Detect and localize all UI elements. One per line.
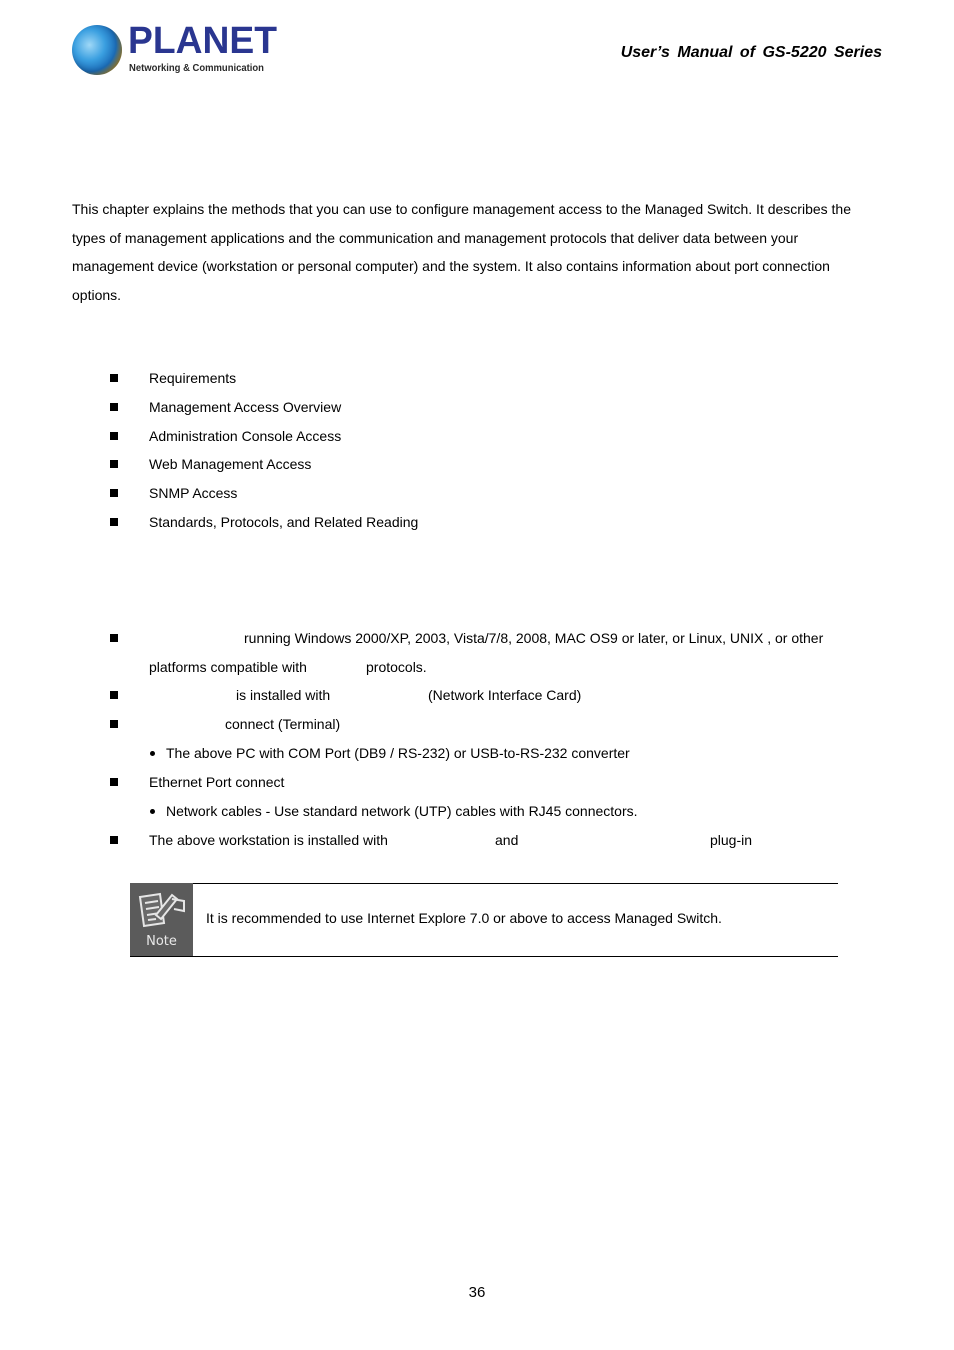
- intro-line: management device (workstation or person…: [72, 258, 830, 275]
- round-bullet-icon: [150, 809, 155, 814]
- topic-label: Standards, Protocols, and Related Readin…: [149, 514, 419, 530]
- topic-label: Requirements: [149, 370, 237, 386]
- topic-label: Web Management Access: [149, 456, 312, 472]
- square-bullet-icon: [110, 432, 118, 440]
- divider: [193, 883, 838, 884]
- requirement-text: The above workstation is installed with: [149, 832, 388, 848]
- square-bullet-icon: [110, 836, 118, 844]
- topic-label: Management Access Overview: [149, 399, 342, 415]
- square-bullet-icon: [110, 634, 118, 642]
- requirement-text: running Windows 2000/XP, 2003, Vista/7/8…: [244, 630, 824, 646]
- requirement-text: plug-in: [710, 832, 753, 848]
- topic-label: Administration Console Access: [149, 428, 342, 444]
- requirement-text: (Network Interface Card): [428, 687, 582, 703]
- requirement-subtext: Network cables - Use standard network (U…: [166, 803, 638, 819]
- requirement-text: platforms compatible with: [149, 659, 307, 675]
- divider: [130, 956, 838, 957]
- note-pencil-icon: [138, 892, 185, 928]
- topic-label: SNMP Access: [149, 485, 238, 501]
- square-bullet-icon: [110, 778, 118, 786]
- intro-paragraph: This chapter explains the methods that y…: [72, 195, 892, 310]
- requirement-text: Ethernet Port connect: [149, 774, 285, 790]
- square-bullet-icon: [110, 374, 118, 382]
- note-icon-box: Note: [130, 883, 193, 956]
- requirement-text: and: [495, 832, 519, 848]
- manual-title: User’s Manual of GS-5220 Series: [620, 44, 882, 61]
- square-bullet-icon: [110, 403, 118, 411]
- note-label: Note: [146, 934, 177, 949]
- page-number: 36: [468, 1284, 486, 1301]
- requirement-subtext: The above PC with COM Port (DB9 / RS-232…: [166, 745, 630, 761]
- planet-logo: PLANET Networking & Communication: [72, 20, 277, 78]
- round-bullet-icon: [150, 751, 155, 756]
- logo-brand: PLANET: [128, 20, 277, 62]
- globe-icon: [72, 25, 122, 75]
- square-bullet-icon: [110, 691, 118, 699]
- square-bullet-icon: [110, 489, 118, 497]
- note-box: Note It is recommended to use Internet E…: [130, 883, 838, 957]
- requirement-text: protocols.: [366, 659, 427, 675]
- square-bullet-icon: [110, 518, 118, 526]
- square-bullet-icon: [110, 460, 118, 468]
- note-text: It is recommended to use Internet Explor…: [206, 910, 722, 926]
- intro-line: types of management applications and the…: [72, 229, 799, 246]
- intro-line: options.: [72, 287, 122, 304]
- intro-line: This chapter explains the methods that y…: [72, 201, 851, 217]
- requirement-text: is installed with: [236, 687, 331, 703]
- logo-tagline: Networking & Communication: [129, 62, 264, 74]
- requirement-text: connect (Terminal): [225, 716, 341, 732]
- square-bullet-icon: [110, 720, 118, 728]
